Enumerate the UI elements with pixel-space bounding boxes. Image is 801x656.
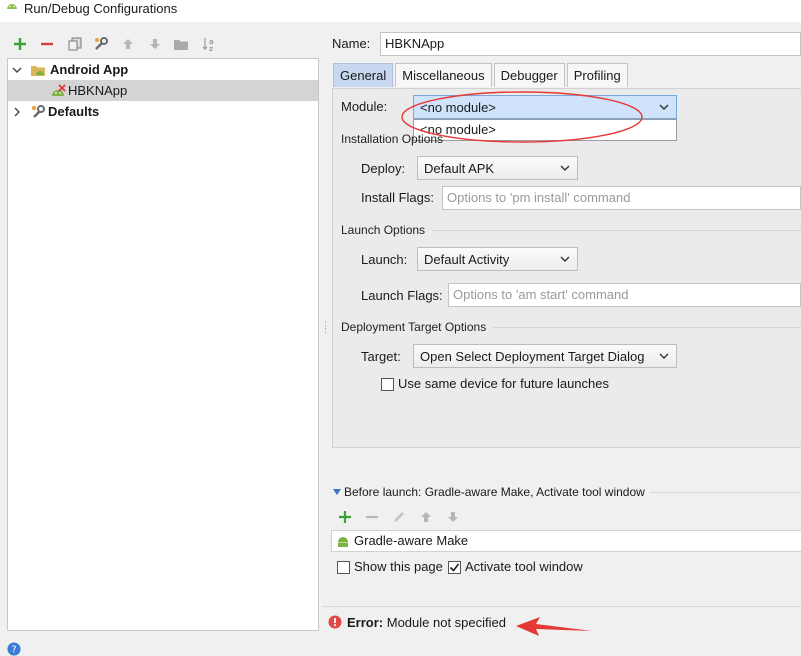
android-icon — [7, 4, 17, 9]
svg-text:?: ? — [11, 645, 16, 656]
splitter-grip[interactable]: ⋮ ⋮ — [321, 321, 330, 335]
section-separator — [493, 327, 801, 328]
deploy-combo-value: Default APK — [424, 160, 495, 176]
launch-flags-input[interactable]: Options to 'am start' command — [448, 283, 801, 307]
name-input[interactable]: HBKNApp — [380, 32, 801, 56]
tab-bar: General Miscellaneous Debugger Profiling — [333, 63, 630, 87]
launch-combo[interactable]: Default Activity — [417, 247, 578, 271]
activate-tool-window-checkbox[interactable] — [448, 561, 461, 574]
move-down-icon[interactable] — [146, 35, 164, 53]
android-config-error-icon — [52, 83, 66, 96]
collapse-triangle-icon[interactable] — [333, 488, 341, 496]
annotation-arrow — [516, 617, 592, 636]
remove-icon[interactable] — [38, 35, 56, 53]
name-label: Name: — [332, 36, 371, 51]
target-label: Target: — [361, 349, 401, 364]
tree-item-hbknapp[interactable]: HBKNApp — [8, 80, 318, 101]
tree-item-label: HBKNApp — [68, 83, 128, 98]
sort-icon[interactable]: az — [200, 35, 218, 53]
chevron-down-icon[interactable] — [12, 65, 22, 75]
title-bar: Run/Debug Configurations — [0, 0, 801, 22]
same-device-label: Use same device for future launches — [398, 376, 609, 391]
copy-icon[interactable] — [66, 35, 84, 53]
before-launch-task-list[interactable]: Gradle-aware Make — [331, 530, 801, 552]
add-task-icon[interactable] — [336, 508, 354, 526]
help-icon[interactable]: ? — [6, 642, 22, 656]
deploy-combo[interactable]: Default APK — [417, 156, 578, 180]
show-page-label: Show this page — [354, 559, 443, 574]
error-icon — [328, 615, 342, 629]
deployment-target-section-title: Deployment Target Options — [341, 320, 487, 334]
android-icon — [338, 537, 348, 547]
section-separator — [650, 492, 801, 493]
tab-miscellaneous[interactable]: Miscellaneous — [395, 63, 492, 87]
before-launch-title: Before launch: Gradle-aware Make, Activa… — [344, 485, 645, 499]
configuration-tree[interactable]: Android App HBKNApp Defaults — [7, 58, 319, 631]
launch-combo-value: Default Activity — [424, 251, 510, 267]
wrench-icon[interactable] — [92, 35, 110, 53]
target-combo[interactable]: Open Select Deployment Target Dialog — [413, 344, 677, 368]
task-label: Gradle-aware Make — [354, 533, 469, 548]
svg-text:z: z — [209, 45, 213, 52]
move-task-down-icon[interactable] — [444, 508, 462, 526]
install-flags-label: Install Flags: — [361, 190, 434, 205]
checkmark-icon — [449, 563, 460, 572]
same-device-checkbox[interactable] — [381, 378, 394, 391]
launch-label: Launch: — [361, 252, 408, 267]
module-label: Module: — [341, 99, 388, 114]
tree-item-android-app[interactable]: Android App — [8, 59, 318, 80]
tab-general[interactable]: General — [333, 63, 394, 87]
target-combo-value: Open Select Deployment Target Dialog — [420, 348, 645, 364]
launch-flags-label: Launch Flags: — [361, 288, 443, 303]
tree-item-defaults[interactable]: Defaults — [8, 101, 318, 122]
section-separator — [432, 230, 801, 231]
deploy-label: Deploy: — [361, 161, 406, 176]
installation-section-title: Installation Options — [341, 132, 444, 146]
add-icon[interactable] — [11, 35, 29, 53]
move-up-icon[interactable] — [119, 35, 137, 53]
remove-task-icon[interactable] — [363, 508, 381, 526]
tree-item-label: Android App — [50, 62, 129, 77]
folder-icon[interactable] — [172, 35, 190, 53]
folder-android-icon — [31, 65, 45, 76]
show-page-checkbox[interactable] — [337, 561, 350, 574]
tab-debugger[interactable]: Debugger — [493, 63, 565, 87]
launch-section-title: Launch Options — [341, 223, 426, 237]
chevron-down-icon — [658, 350, 670, 362]
window-title: Run/Debug Configurations — [24, 1, 178, 16]
tab-profiling[interactable]: Profiling — [566, 63, 628, 87]
chevron-down-icon — [658, 101, 670, 113]
chevron-right-icon[interactable] — [12, 107, 22, 117]
edit-task-icon[interactable] — [390, 508, 408, 526]
activate-tool-window-label: Activate tool window — [465, 559, 583, 574]
move-task-up-icon[interactable] — [417, 508, 435, 526]
chevron-down-icon — [559, 162, 571, 174]
chevron-down-icon — [559, 253, 571, 265]
bottom-separator — [322, 606, 801, 607]
error-message: Error: Module not specified — [347, 615, 506, 630]
install-flags-input[interactable]: Options to 'pm install' command — [442, 186, 801, 210]
tree-item-label: Defaults — [48, 104, 100, 119]
defaults-wrench-icon — [31, 104, 45, 118]
